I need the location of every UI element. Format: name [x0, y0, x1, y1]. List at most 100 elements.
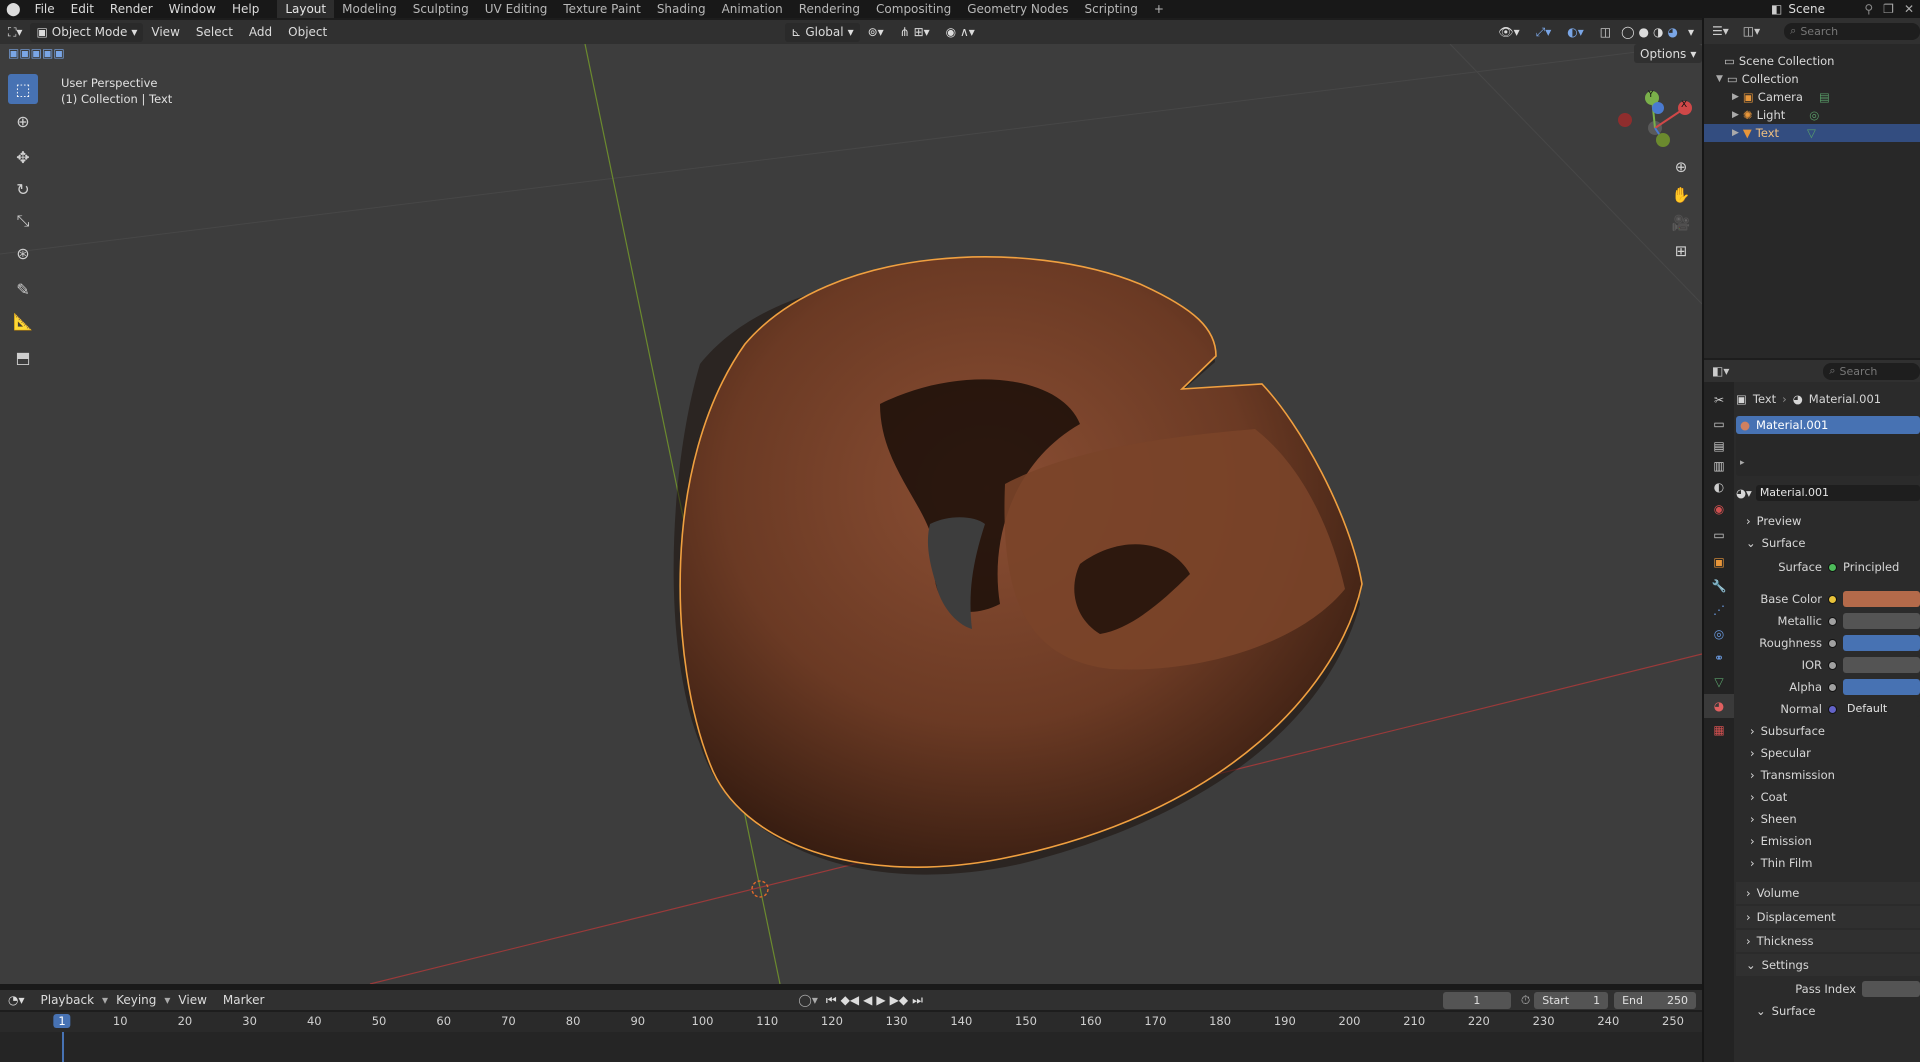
tool-tab-icon[interactable]: ✂	[1704, 388, 1734, 412]
shader-input-field[interactable]: Default	[1843, 701, 1920, 717]
play-reverse-icon[interactable]: ◀	[861, 993, 874, 1007]
new-scene-icon[interactable]: ❐	[1879, 2, 1898, 16]
shader-input-field[interactable]	[1843, 635, 1920, 651]
panel-thickness[interactable]: › Thickness	[1736, 930, 1920, 952]
surface-shader-value[interactable]: Principled	[1843, 560, 1899, 574]
subpanel-thin-film[interactable]: › Thin Film	[1736, 852, 1920, 874]
tab-sculpting[interactable]: Sculpting	[405, 0, 477, 18]
menu-view[interactable]: View	[143, 25, 187, 39]
mode-dropdown[interactable]: ▣ Object Mode ▾	[30, 22, 144, 42]
xray-icon[interactable]: ◫	[1592, 25, 1619, 39]
selection-mode-icons[interactable]: ▣▣▣▣▣	[8, 46, 65, 60]
auto-keying-icon[interactable]: ◯▾	[792, 993, 823, 1007]
shading-wireframe-icon[interactable]: ◯	[1619, 25, 1636, 39]
scene-icon[interactable]: ◧	[1765, 2, 1788, 16]
jump-key-back-icon[interactable]: ◆◀	[839, 993, 861, 1007]
timeline-track-area[interactable]	[0, 1032, 1702, 1062]
panel-settings[interactable]: ⌄ Settings	[1736, 954, 1920, 976]
end-frame-field[interactable]: End 250	[1614, 991, 1696, 1009]
menu-window[interactable]: Window	[161, 2, 224, 16]
timeline-editor-icon[interactable]: ◔▾	[0, 993, 33, 1007]
menu-render[interactable]: Render	[102, 2, 161, 16]
properties-editor-icon[interactable]: ◧▾	[1712, 364, 1729, 378]
3d-viewport[interactable]: Y X User Perspective (1) Collection | Te…	[0, 44, 1702, 984]
overlay-toggle-icon[interactable]: ◐▾	[1559, 25, 1592, 39]
select-box-icon[interactable]: ⬚	[8, 74, 38, 104]
tab-compositing[interactable]: Compositing	[868, 0, 959, 18]
blender-logo-icon[interactable]: ⬤	[0, 2, 27, 17]
pivot-icon[interactable]: ⊚▾	[860, 25, 892, 39]
physics-tab-icon[interactable]: ◎	[1704, 622, 1734, 646]
timeline-ruler[interactable]: 1 10 20 30 40 50 60 70 80 90 100 110 120 130 140 150 160…	[0, 1012, 1702, 1032]
tab-shading[interactable]: Shading	[649, 0, 714, 18]
scale-icon[interactable]: ⤡	[8, 206, 38, 236]
view-layer-tab-icon[interactable]: ▥	[1704, 456, 1734, 476]
material-tab-icon[interactable]: ◕	[1704, 694, 1734, 718]
world-tab-icon[interactable]: ◉	[1704, 498, 1734, 520]
panel-surface[interactable]: ⌄ Surface	[1736, 532, 1920, 554]
subpanel-coat[interactable]: › Coat	[1736, 786, 1920, 808]
output-tab-icon[interactable]: ▤	[1704, 436, 1734, 456]
display-mode-icon[interactable]: ◫▾	[1743, 24, 1760, 38]
render-tab-icon[interactable]: ▭	[1704, 412, 1734, 436]
pan-hand-icon[interactable]: ✋	[1668, 182, 1694, 208]
properties-search-field[interactable]: ⌕ Search	[1823, 362, 1920, 380]
shader-input-field[interactable]	[1843, 613, 1920, 629]
move-icon[interactable]: ✥	[8, 142, 38, 172]
menu-add[interactable]: Add	[241, 25, 280, 39]
subpanel-sheen[interactable]: › Sheen	[1736, 808, 1920, 830]
tab-texture-paint[interactable]: Texture Paint	[555, 0, 648, 18]
menu-help[interactable]: Help	[224, 2, 267, 16]
shader-input-field[interactable]	[1843, 657, 1920, 673]
panel-preview[interactable]: › Preview	[1736, 510, 1920, 532]
outliner-item-scene-collection[interactable]: ▭ Scene Collection	[1704, 52, 1920, 70]
constraints-tab-icon[interactable]: ⚭	[1704, 646, 1734, 670]
menu-playback[interactable]: Playback	[33, 993, 103, 1007]
snap-icon[interactable]: ⋔ ⊞▾	[892, 25, 938, 39]
close-icon[interactable]: ✕	[1898, 2, 1920, 16]
camera-view-icon[interactable]: 🎥	[1668, 210, 1694, 236]
outliner-search-field[interactable]: ⌕ Search	[1784, 22, 1920, 40]
tab-geometry-nodes[interactable]: Geometry Nodes	[959, 0, 1076, 18]
tab-uv-editing[interactable]: UV Editing	[477, 0, 556, 18]
collection-tab-icon[interactable]: ▭	[1704, 520, 1734, 550]
subpanel-transmission[interactable]: › Transmission	[1736, 764, 1920, 786]
options-button[interactable]: Options ▾	[1634, 44, 1702, 63]
shader-input-field[interactable]	[1843, 679, 1920, 695]
menu-view-timeline[interactable]: View	[170, 993, 214, 1007]
tab-scripting[interactable]: Scripting	[1076, 0, 1145, 18]
shading-material-icon[interactable]: ◑	[1651, 25, 1665, 39]
material-name-field[interactable]: Material.001	[1755, 485, 1920, 501]
panel-volume[interactable]: › Volume	[1736, 882, 1920, 904]
annotate-icon[interactable]: ✎	[8, 274, 38, 304]
current-frame-field[interactable]: 1	[1442, 991, 1511, 1009]
transform-icon[interactable]: ⊛	[8, 238, 38, 268]
modifier-tab-icon[interactable]: 🔧	[1704, 574, 1734, 598]
subpanel-emission[interactable]: › Emission	[1736, 830, 1920, 852]
object-tab-icon[interactable]: ▣	[1704, 550, 1734, 574]
outliner-item-camera[interactable]: ▶ ▣ Camera ▤	[1704, 88, 1920, 106]
add-cube-icon[interactable]: ⬒	[8, 342, 38, 372]
outliner-item-text[interactable]: ▶ ▼ Text ▽	[1704, 124, 1920, 142]
panel-displacement[interactable]: › Displacement	[1736, 906, 1920, 928]
shading-dropdown-icon[interactable]: ▾	[1680, 25, 1702, 39]
menu-edit[interactable]: Edit	[63, 2, 102, 16]
cursor-icon[interactable]: ⊕	[8, 106, 38, 136]
play-icon[interactable]: ▶	[874, 993, 887, 1007]
material-slot[interactable]: ● Material.001	[1736, 416, 1920, 434]
subpanel-subsurface[interactable]: › Subsurface	[1736, 720, 1920, 742]
tab-animation[interactable]: Animation	[714, 0, 791, 18]
proportional-edit-icon[interactable]: ◉ ∧▾	[938, 25, 983, 39]
area-divider[interactable]	[0, 984, 1702, 990]
outliner-item-collection[interactable]: ▼ ▭ Collection	[1704, 70, 1920, 88]
data-tab-icon[interactable]: ▽	[1704, 670, 1734, 694]
shading-rendered-icon[interactable]: ◕	[1665, 25, 1679, 39]
material-selector[interactable]: ◕▾ Material.001	[1736, 482, 1920, 504]
measure-icon[interactable]: 📐	[8, 306, 38, 336]
material-slot-list[interactable]: ● Material.001 ▸	[1736, 416, 1920, 476]
jump-start-icon[interactable]: ⏮	[824, 993, 839, 1008]
tab-modeling[interactable]: Modeling	[334, 0, 405, 18]
pass-index-field[interactable]	[1862, 981, 1920, 997]
menu-select[interactable]: Select	[188, 25, 241, 39]
scene-name[interactable]: Scene	[1788, 2, 1858, 16]
